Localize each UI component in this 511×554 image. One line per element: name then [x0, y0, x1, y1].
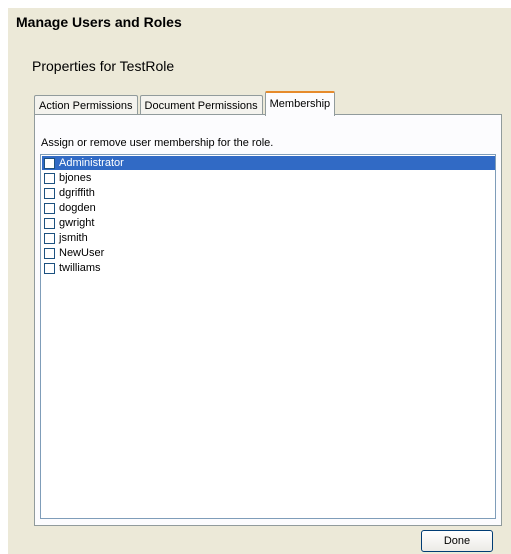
user-row-administrator[interactable]: Administrator [42, 156, 495, 170]
membership-panel: Assign or remove user membership for the… [34, 114, 502, 526]
user-row-twilliams[interactable]: twilliams [42, 261, 495, 275]
user-name: twilliams [59, 262, 101, 274]
membership-checkbox[interactable] [44, 172, 55, 184]
user-name: dogden [59, 202, 96, 214]
user-row-gwright[interactable]: gwright [42, 216, 495, 230]
tab-action-permissions[interactable]: Action Permissions [34, 95, 138, 115]
manage-users-dialog: Manage Users and Roles Properties for Te… [8, 8, 511, 554]
user-row-jsmith[interactable]: jsmith [42, 231, 495, 245]
membership-checkbox[interactable] [44, 157, 55, 169]
membership-checkbox[interactable] [44, 262, 55, 274]
user-name: jsmith [59, 232, 88, 244]
user-row-dgriffith[interactable]: dgriffith [42, 186, 495, 200]
dialog-title: Manage Users and Roles [16, 14, 182, 30]
tab-document-permissions[interactable]: Document Permissions [139, 95, 263, 115]
membership-checkbox[interactable] [44, 232, 55, 244]
properties-heading: Properties for TestRole [32, 58, 175, 74]
user-row-dogden[interactable]: dogden [42, 201, 495, 215]
user-name: bjones [59, 172, 92, 184]
user-name: dgriffith [59, 187, 95, 199]
user-name: Administrator [59, 157, 124, 169]
tab-bar: Action Permissions Document Permissions … [34, 90, 337, 116]
user-name: NewUser [59, 247, 105, 259]
done-button[interactable]: Done [421, 530, 493, 552]
membership-checkbox[interactable] [44, 217, 55, 229]
user-row-newuser[interactable]: NewUser [42, 246, 495, 260]
user-name: gwright [59, 217, 95, 229]
membership-checkbox[interactable] [44, 202, 55, 214]
user-list[interactable]: Administrator bjones dgriffith dogden gw… [40, 154, 496, 519]
tab-membership[interactable]: Membership [264, 91, 336, 116]
membership-instruction: Assign or remove user membership for the… [41, 137, 274, 149]
membership-checkbox[interactable] [44, 247, 55, 259]
membership-checkbox[interactable] [44, 187, 55, 199]
user-row-bjones[interactable]: bjones [42, 171, 495, 185]
